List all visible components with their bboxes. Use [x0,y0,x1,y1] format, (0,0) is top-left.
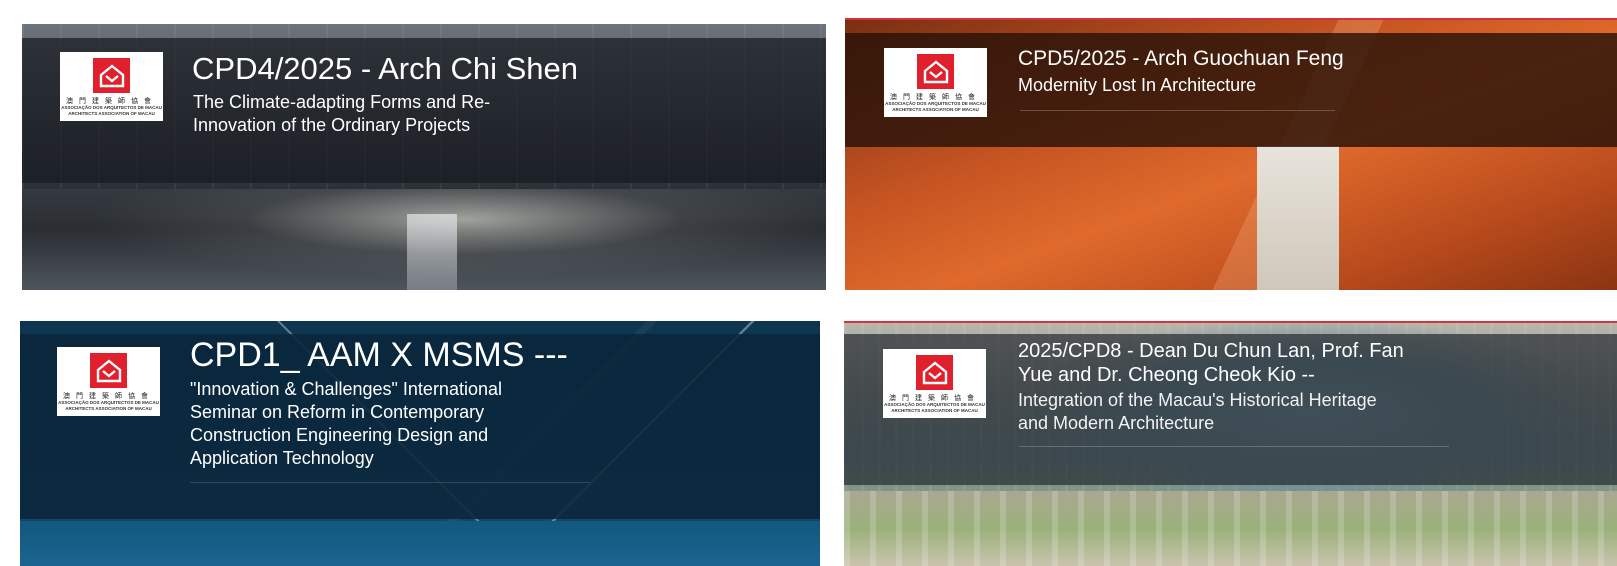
event-card-cpd5[interactable]: 澳門建築師協會 ASSOCIAÇÃO DOS ARQUITECTOS DE MA… [845,18,1617,290]
aam-logo: 澳門建築師協會 ASSOCIAÇÃO DOS ARQUITECTOS DE MA… [60,52,163,121]
window-photo-area [1257,146,1339,290]
subtitle-line: Integration of the Macau's Historical He… [1018,390,1377,410]
logo-chinese-text: 澳門建築師協會 [66,97,157,105]
logo-english-text: ARCHITECTS ASSOCIATION OF MACAU [891,408,978,413]
aam-logo: 澳門建築師協會 ASSOCIAÇÃO DOS ARQUITECTOS DE MA… [883,349,986,418]
subtitle-line: and Modern Architecture [1018,413,1215,433]
subtitle-line: The Climate-adapting Forms and Re- [193,92,491,112]
top-accent-line [844,321,1617,323]
plaza-photo-area [22,189,826,290]
divider [190,482,590,483]
logo-chinese-text: 澳門建築師協會 [890,93,981,101]
card-subtitle: "Innovation & Challenges" International … [190,378,502,470]
title-line: 2025/CPD8 - Dean Du Chun Lan, Prof. Fan [1018,340,1404,362]
subtitle-line: Modernity Lost In Architecture [1018,75,1257,95]
house-logo-icon [93,58,130,93]
bottom-color-band [20,521,820,566]
card-subtitle: The Climate-adapting Forms and Re- Innov… [193,91,490,137]
subtitle-line: Seminar on Reform in Contemporary [190,402,485,422]
card-subtitle: Modernity Lost In Architecture [1018,74,1256,97]
card-title: CPD1_ AAM X MSMS --- [190,336,568,374]
logo-chinese-text: 澳門建築師協會 [889,394,980,402]
divider [1019,446,1449,447]
card-title: 2025/CPD8 - Dean Du Chun Lan, Prof. Fan … [1018,339,1404,387]
divider [1020,110,1335,111]
card-subtitle: Integration of the Macau's Historical He… [1018,389,1377,435]
logo-chinese-text: 澳門建築師協會 [63,392,154,400]
title-line: Yue and Dr. Cheong Cheok Kio -- [1018,364,1315,386]
card-title: CPD4/2025 - Arch Chi Shen [192,51,578,86]
logo-english-text: ARCHITECTS ASSOCIATION OF MACAU [892,107,979,112]
subtitle-line: "Innovation & Challenges" International [190,379,502,399]
aam-logo: 澳門建築師協會 ASSOCIAÇÃO DOS ARQUITECTOS DE MA… [884,48,987,117]
city-photo-area [844,491,1617,566]
logo-english-text: ARCHITECTS ASSOCIATION OF MACAU [65,406,152,411]
card-title: CPD5/2025 - Arch Guochuan Feng [1018,47,1344,70]
subtitle-line: Construction Engineering Design and [190,425,489,445]
top-accent-line [845,18,1617,20]
house-logo-icon [90,353,127,388]
aam-logo: 澳門建築師協會 ASSOCIAÇÃO DOS ARQUITECTOS DE MA… [57,347,160,416]
event-card-cpd8[interactable]: 澳門建築師協會 ASSOCIAÇÃO DOS ARQUITECTOS DE MA… [844,321,1617,566]
event-card-cpd4[interactable]: 澳門建築師協會 ASSOCIAÇÃO DOS ARQUITECTOS DE MA… [22,24,826,290]
logo-english-text: ARCHITECTS ASSOCIATION OF MACAU [68,111,155,116]
subtitle-line: Innovation of the Ordinary Projects [193,115,471,135]
house-logo-icon [916,355,953,390]
event-card-cpd1[interactable]: 澳門建築師協會 ASSOCIAÇÃO DOS ARQUITECTOS DE MA… [20,321,820,566]
subtitle-line: Application Technology [190,448,374,468]
house-logo-icon [917,54,954,89]
